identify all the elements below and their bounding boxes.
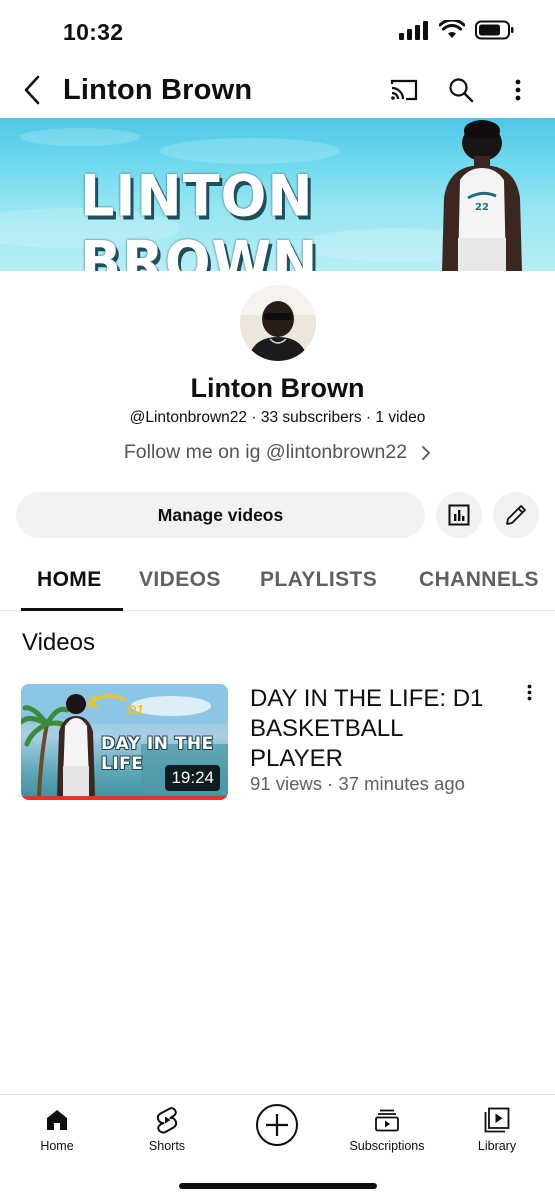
nav-home[interactable]: Home bbox=[20, 1095, 94, 1157]
library-icon bbox=[484, 1107, 510, 1133]
video-meta: 91 views · 37 minutes ago bbox=[250, 773, 465, 794]
channel-description-text: Follow me on ig @lintonbrown22 bbox=[123, 441, 408, 463]
avatar-image bbox=[240, 285, 316, 361]
status-icons bbox=[399, 20, 515, 40]
subscriptions-icon bbox=[375, 1109, 399, 1132]
status-time: 10:32 bbox=[63, 19, 124, 45]
status-bar: 10:32 bbox=[0, 0, 555, 62]
more-vertical-icon bbox=[527, 684, 531, 701]
cast-button[interactable] bbox=[386, 72, 422, 108]
video-title[interactable]: DAY IN THE LIFE: D1 BASKETBALL PLAYER bbox=[250, 684, 500, 774]
nav-library-label: Library bbox=[477, 1139, 517, 1153]
more-options-button[interactable] bbox=[500, 72, 536, 108]
create-icon bbox=[256, 1104, 298, 1146]
page-title: Linton Brown bbox=[63, 74, 253, 106]
pencil-icon bbox=[506, 505, 526, 525]
channel-name: Linton Brown bbox=[190, 373, 365, 403]
video-thumbnail[interactable]: D1 DAY IN THE LIFE 19:24 bbox=[21, 684, 228, 800]
chevron-left-icon bbox=[24, 75, 40, 105]
shorts-icon bbox=[156, 1107, 178, 1134]
search-icon bbox=[449, 78, 474, 103]
channel-description[interactable]: Follow me on ig @lintonbrown22 bbox=[0, 441, 555, 464]
banner-player-image: 22 bbox=[442, 120, 522, 271]
manage-videos-button[interactable]: Manage videos bbox=[16, 492, 425, 538]
home-icon bbox=[47, 1110, 67, 1130]
tab-videos[interactable]: VIDEOS bbox=[139, 568, 221, 592]
cast-icon bbox=[390, 79, 418, 101]
nav-shorts[interactable]: Shorts bbox=[130, 1095, 204, 1157]
watch-progress-bar bbox=[21, 796, 228, 800]
nav-subscriptions[interactable]: Subscriptions bbox=[340, 1095, 434, 1157]
channel-banner: LINTON BROWN 22 bbox=[0, 118, 555, 271]
nav-create[interactable] bbox=[250, 1095, 304, 1157]
more-vertical-icon bbox=[515, 79, 521, 101]
analytics-button[interactable] bbox=[436, 492, 482, 538]
chevron-right-icon bbox=[422, 445, 430, 460]
tab-home[interactable]: HOME bbox=[37, 568, 102, 592]
nav-subscriptions-label: Subscriptions bbox=[349, 1139, 425, 1153]
app-bar: Linton Brown bbox=[0, 62, 555, 120]
video-more-button[interactable] bbox=[517, 684, 541, 710]
section-title: Videos bbox=[22, 629, 95, 656]
battery-icon bbox=[475, 20, 514, 40]
nav-shorts-label: Shorts bbox=[148, 1139, 186, 1153]
home-indicator bbox=[179, 1183, 377, 1189]
analytics-icon bbox=[448, 504, 470, 526]
channel-meta: @Lintonbrown22 · 33 subscribers · 1 vide… bbox=[129, 409, 426, 426]
active-tab-indicator bbox=[21, 608, 123, 611]
tab-playlists[interactable]: PLAYLISTS bbox=[260, 568, 377, 592]
back-button[interactable] bbox=[14, 70, 50, 110]
channel-tabs: HOME VIDEOS PLAYLISTS CHANNELS bbox=[0, 556, 555, 611]
edit-channel-button[interactable] bbox=[493, 492, 539, 538]
svg-text:22: 22 bbox=[475, 202, 489, 213]
avatar[interactable] bbox=[240, 285, 316, 361]
nav-home-label: Home bbox=[40, 1139, 74, 1153]
cellular-signal-icon bbox=[399, 21, 428, 40]
nav-library[interactable]: Library bbox=[462, 1095, 532, 1157]
video-duration: 19:24 bbox=[165, 765, 220, 791]
video-list-item[interactable]: D1 DAY IN THE LIFE 19:24 DAY IN THE LIFE… bbox=[21, 684, 551, 802]
thumbnail-badge: D1 bbox=[127, 702, 144, 717]
search-button[interactable] bbox=[443, 72, 479, 108]
tab-channels[interactable]: CHANNELS bbox=[419, 568, 539, 592]
wifi-icon bbox=[439, 20, 465, 38]
